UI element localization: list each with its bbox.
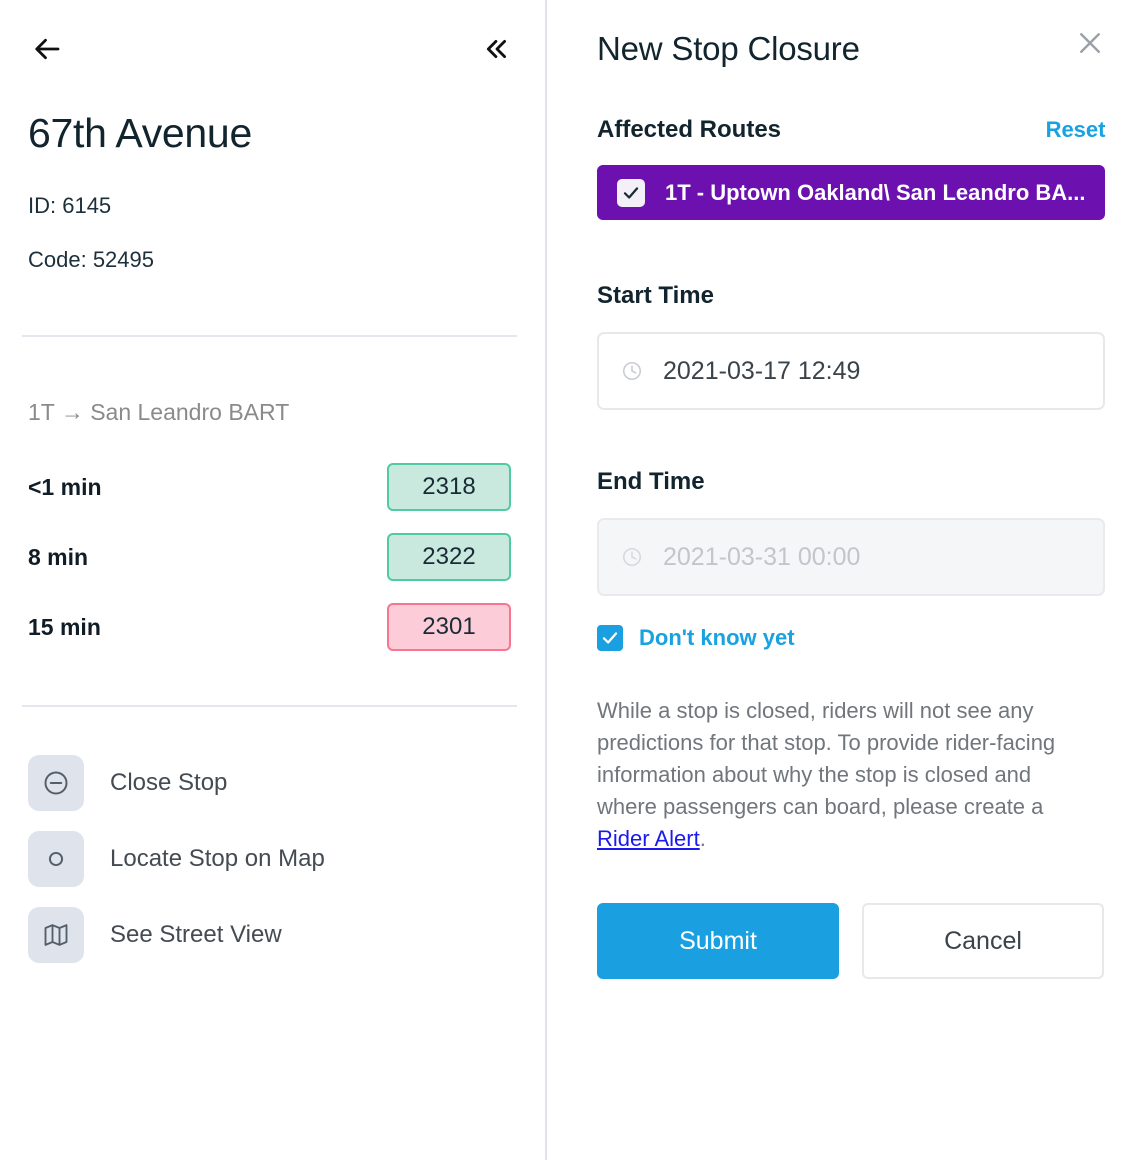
stop-code: Code: 52495 bbox=[28, 247, 154, 272]
clock-icon bbox=[621, 546, 643, 568]
prediction-eta: 15 min bbox=[28, 613, 101, 640]
panel-header: New Stop Closure bbox=[597, 26, 1105, 68]
submit-button[interactable]: Submit bbox=[597, 903, 839, 979]
page-title: New Stop Closure bbox=[597, 30, 860, 67]
info-text-before: While a stop is closed, riders will not … bbox=[597, 698, 1056, 819]
route-checkbox[interactable] bbox=[617, 178, 645, 207]
left-panel-toolbar bbox=[28, 0, 517, 76]
start-time-input[interactable]: 2021-03-17 12:49 bbox=[597, 332, 1106, 410]
dont-know-yet-checkbox[interactable] bbox=[597, 625, 623, 651]
action-locate-stop[interactable]: Locate Stop on Map bbox=[28, 821, 517, 897]
closure-info-text: While a stop is closed, riders will not … bbox=[597, 695, 1077, 855]
stop-title: 67th Avenue bbox=[28, 110, 252, 156]
minus-circle-icon bbox=[28, 755, 84, 811]
vehicle-badge[interactable]: 2322 bbox=[387, 533, 511, 581]
prediction-row: 8 min 2322 bbox=[28, 522, 511, 592]
map-pin-circle-icon bbox=[28, 831, 84, 887]
action-label: See Street View bbox=[110, 921, 282, 948]
stop-detail-screen: 67th Avenue ID: 6145 Code: 52495 1T → Sa… bbox=[0, 0, 1144, 1160]
reset-button[interactable]: Reset bbox=[1046, 117, 1106, 143]
affected-routes-header: Affected Routes Reset bbox=[597, 116, 1105, 144]
back-button[interactable] bbox=[28, 29, 68, 69]
stop-actions-list: Close Stop Locate Stop on Map See Street… bbox=[28, 745, 517, 973]
dont-know-yet-label: Don't know yet bbox=[639, 625, 795, 650]
divider-bottom bbox=[22, 705, 517, 707]
start-time-value: 2021-03-17 12:49 bbox=[663, 356, 861, 385]
cancel-button[interactable]: Cancel bbox=[862, 903, 1104, 979]
action-street-view[interactable]: See Street View bbox=[28, 897, 517, 973]
divider-top bbox=[22, 335, 517, 337]
dont-know-yet-row[interactable]: Don't know yet bbox=[597, 625, 1105, 651]
vehicle-badge[interactable]: 2301 bbox=[387, 603, 511, 651]
affected-routes-label: Affected Routes bbox=[597, 116, 782, 143]
vehicle-badge[interactable]: 2318 bbox=[387, 463, 511, 511]
route-chip-1t[interactable]: 1T - Uptown Oakland\ San Leandro BA... bbox=[597, 165, 1106, 220]
predictions-list: <1 min 2318 8 min 2322 15 min 2301 bbox=[28, 452, 517, 662]
collapse-panel-button[interactable] bbox=[477, 29, 517, 69]
end-time-value: 2021-03-31 00:00 bbox=[663, 542, 861, 571]
prediction-eta: <1 min bbox=[28, 473, 102, 500]
route-direction-header: 1T → San Leandro BART bbox=[28, 399, 290, 425]
prediction-row: <1 min 2318 bbox=[28, 452, 511, 522]
info-text-after: . bbox=[699, 826, 706, 851]
route-chip-label: 1T - Uptown Oakland\ San Leandro BA... bbox=[665, 179, 1086, 205]
rider-alert-link[interactable]: Rider Alert bbox=[597, 826, 700, 851]
prediction-eta: 8 min bbox=[28, 543, 89, 570]
start-time-label: Start Time bbox=[597, 282, 714, 309]
map-icon bbox=[28, 907, 84, 963]
action-label: Close Stop bbox=[110, 769, 228, 796]
stop-id: ID: 6145 bbox=[28, 193, 112, 218]
form-buttons: Submit Cancel bbox=[597, 903, 1105, 979]
close-icon[interactable] bbox=[1075, 26, 1105, 63]
action-close-stop[interactable]: Close Stop bbox=[28, 745, 517, 821]
clock-icon bbox=[621, 360, 643, 382]
end-time-input: 2021-03-31 00:00 bbox=[597, 518, 1106, 596]
action-label: Locate Stop on Map bbox=[110, 845, 325, 872]
new-stop-closure-panel: New Stop Closure Affected Routes Reset 1… bbox=[547, 0, 1144, 1160]
end-time-label: End Time bbox=[597, 468, 705, 495]
prediction-row: 15 min 2301 bbox=[28, 592, 511, 662]
stop-info-panel: 67th Avenue ID: 6145 Code: 52495 1T → Sa… bbox=[0, 0, 547, 1160]
